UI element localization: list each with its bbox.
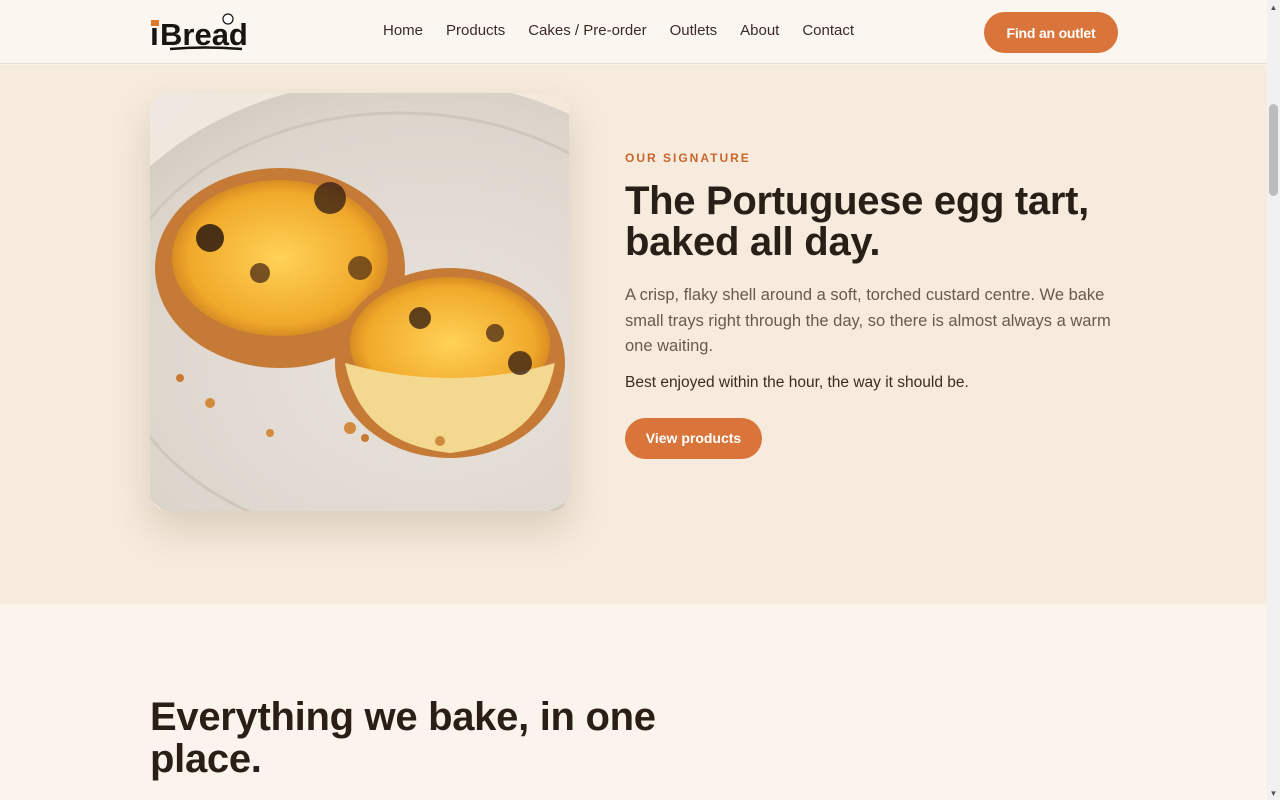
nav-outlets[interactable]: Outlets [670, 22, 718, 39]
find-outlet-button[interactable]: Find an outlet [984, 12, 1118, 53]
site-header: i Bread Home Products Cakes / Pre-order … [0, 0, 1267, 64]
hero-description: A crisp, flaky shell around a soft, torc… [625, 286, 1111, 355]
scroll-down-arrow-icon[interactable]: ▼ [1267, 786, 1280, 800]
products-intro-section: Everything we bake, in one place. [0, 604, 1267, 800]
nav-products[interactable]: Products [446, 22, 505, 39]
hero-note: Best enjoyed within the hour, the way it… [625, 373, 969, 391]
egg-tart-image [150, 93, 569, 511]
nav-home[interactable]: Home [383, 22, 423, 39]
view-products-button[interactable]: View products [625, 417, 762, 459]
section-title: Everything we bake, in one place. [150, 695, 656, 781]
scrollbar-thumb[interactable] [1269, 104, 1278, 196]
nav-cakes-preorder[interactable]: Cakes / Pre-order [528, 22, 646, 39]
hero-title: The Portuguese egg tart, baked all day. [625, 179, 1089, 264]
scroll-up-arrow-icon[interactable]: ▲ [1267, 0, 1280, 14]
main-nav: Home Products Cakes / Pre-order Outlets … [383, 22, 854, 39]
nav-contact[interactable]: Contact [802, 22, 854, 39]
hero-eyebrow: OUR SIGNATURE [625, 151, 751, 165]
nav-about[interactable]: About [740, 22, 779, 39]
hero-section: OUR SIGNATURE The Portuguese egg tart, b… [0, 65, 1267, 604]
hero-text: OUR SIGNATURE The Portuguese egg tart, b… [625, 151, 1125, 459]
ibread-logo[interactable]: i Bread [150, 12, 248, 54]
page-scrollbar[interactable]: ▲ ▼ [1267, 0, 1280, 800]
